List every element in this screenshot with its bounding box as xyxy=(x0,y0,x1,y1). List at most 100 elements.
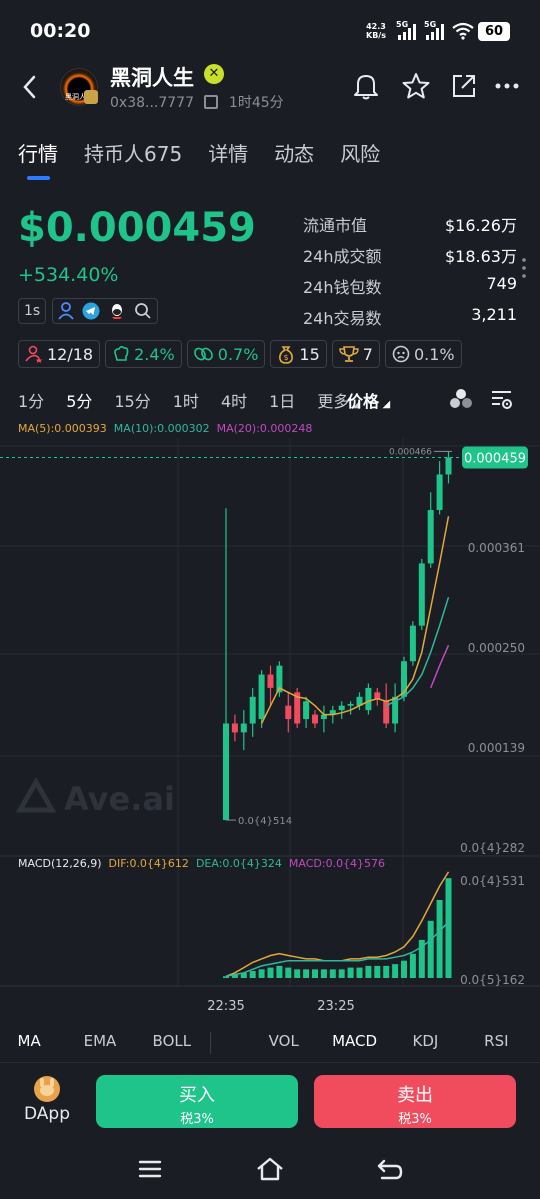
macd-bar xyxy=(258,969,265,978)
macd-bar xyxy=(329,969,336,978)
dapp-label[interactable]: DApp xyxy=(24,1104,70,1124)
price-toggle[interactable]: 价格 ◢ xyxy=(347,388,390,412)
macd-bar xyxy=(294,969,301,978)
ind-ema[interactable]: EMA xyxy=(58,1032,141,1054)
last-price-label: 0.000459 xyxy=(464,452,526,467)
signal-icon xyxy=(398,22,416,40)
low-label: 0.0{4}514 xyxy=(238,816,292,827)
tab-holders[interactable]: 持币人675 xyxy=(84,138,182,167)
stat-row: 流通市值 $16.26万 xyxy=(303,216,517,235)
menu-icon[interactable] xyxy=(138,1159,162,1179)
metric-value: 7 xyxy=(362,344,373,364)
price-chart[interactable]: Ave.ai 0.000459 0.000466 0.0{4}514 0.000361… xyxy=(0,438,540,1018)
metric-value: 0.7% xyxy=(217,344,259,364)
tab-risk[interactable]: 风险 xyxy=(340,138,380,167)
verified-icon: ✕ xyxy=(204,64,224,84)
telegram-icon[interactable] xyxy=(82,302,100,320)
ind-macd[interactable]: MACD xyxy=(311,1032,398,1054)
metric-value: 2.4% xyxy=(134,344,175,364)
tf-1h[interactable]: 1时 xyxy=(173,388,199,412)
metric-chip[interactable]: 2.4% xyxy=(105,340,182,368)
metric-chip[interactable]: 12/18 xyxy=(18,340,101,368)
bell-icon[interactable] xyxy=(351,71,381,101)
user-star-icon xyxy=(25,345,43,363)
buy-button[interactable]: 买入 税3% xyxy=(96,1075,298,1128)
face-icon xyxy=(392,345,410,363)
token-address[interactable]: 0x38...7777 1时45分 xyxy=(110,92,284,112)
candle-body xyxy=(374,692,381,699)
macd-bar xyxy=(383,965,390,978)
status-bar: 00:20 42.3 KB/s 5G 5G 60 xyxy=(0,0,540,62)
ind-vol[interactable]: VOL xyxy=(257,1032,311,1054)
metric-chip[interactable]: 0.7% xyxy=(186,340,266,368)
copy-icon[interactable] xyxy=(204,95,219,109)
candle-body xyxy=(338,705,345,711)
divider xyxy=(209,1032,257,1054)
macd-y-tick: 0.0{4}531 xyxy=(460,874,525,888)
drawing-tool-icon[interactable] xyxy=(448,386,474,412)
back-icon[interactable] xyxy=(20,74,40,100)
ind-rsi[interactable]: RSI xyxy=(453,1032,540,1054)
metric-chip[interactable]: $ 15 xyxy=(270,340,327,368)
dapp-icon[interactable] xyxy=(34,1076,60,1102)
metric-chip[interactable]: 7 xyxy=(331,340,380,368)
ind-boll[interactable]: BOLL xyxy=(142,1032,202,1054)
macd-bar xyxy=(320,969,327,978)
macd-bar xyxy=(427,920,434,978)
macd-bar xyxy=(392,964,399,978)
home-icon[interactable] xyxy=(255,1156,285,1182)
token-title: 黑洞人生 xyxy=(110,66,194,90)
ma10-label: MA(10):0.000302 xyxy=(113,422,210,435)
net-speed: 42.3 KB/s xyxy=(366,22,386,40)
macd-value-label: MACD:0.0{4}576 xyxy=(288,857,386,870)
macd-bar xyxy=(267,967,274,978)
share-icon[interactable] xyxy=(450,72,478,100)
tf-5m[interactable]: 5分 xyxy=(66,388,92,412)
candle-body xyxy=(347,703,354,706)
search-icon[interactable] xyxy=(134,302,152,320)
star-icon[interactable] xyxy=(400,71,432,101)
macd-bar xyxy=(374,965,381,978)
more-icon[interactable] xyxy=(494,82,520,90)
metric-value: 0.1% xyxy=(413,344,455,364)
chart-settings-icon[interactable] xyxy=(489,387,515,413)
x-tick-label: 23:25 xyxy=(317,999,354,1014)
sell-button[interactable]: 卖出 税3% xyxy=(314,1075,516,1128)
candle-body xyxy=(258,674,265,720)
tab-market[interactable]: 行情 xyxy=(18,138,58,167)
dea-label: DEA:0.0{4}324 xyxy=(195,857,282,870)
macd-bar xyxy=(276,965,283,978)
token-age: 1时45分 xyxy=(228,95,284,111)
macd-bar xyxy=(285,967,292,978)
interval-chip[interactable]: 1s xyxy=(18,298,47,324)
tf-1m[interactable]: 1分 xyxy=(18,388,44,412)
qq-icon[interactable] xyxy=(108,302,126,320)
metric-chip[interactable]: 0.1% xyxy=(384,340,462,368)
back-nav-icon[interactable] xyxy=(376,1157,404,1181)
signal-icon xyxy=(426,22,444,40)
candle-body xyxy=(267,674,274,688)
ma-line xyxy=(430,644,450,689)
candle-body xyxy=(240,723,247,733)
macd-bar xyxy=(409,953,416,978)
system-nav-bar xyxy=(0,1145,540,1199)
ind-kdj[interactable]: KDJ xyxy=(398,1032,452,1054)
tf-4h[interactable]: 4时 xyxy=(221,388,247,412)
ind-ma[interactable]: MA xyxy=(0,1032,58,1054)
ma20-label: MA(20):0.000248 xyxy=(216,422,313,435)
status-time: 00:20 xyxy=(30,20,91,42)
macd-bar xyxy=(303,969,310,978)
macd-bar xyxy=(356,967,363,978)
user-icon[interactable] xyxy=(58,302,74,320)
metric-value: 15 xyxy=(299,344,320,364)
chef-hat-icon xyxy=(114,345,129,361)
tf-1d[interactable]: 1日 xyxy=(269,388,295,412)
macd-bar xyxy=(347,967,354,978)
stats-more-icon[interactable] xyxy=(521,257,527,279)
macd-legend: MACD(12,26,9) DIF:0.0{4}612 DEA:0.0{4}32… xyxy=(18,857,385,870)
watermark-text: Ave.ai xyxy=(64,780,175,818)
macd-bar xyxy=(249,971,256,978)
tab-activity[interactable]: 动态 xyxy=(274,138,314,167)
tf-15m[interactable]: 15分 xyxy=(114,388,150,412)
tab-details[interactable]: 详情 xyxy=(208,138,248,167)
